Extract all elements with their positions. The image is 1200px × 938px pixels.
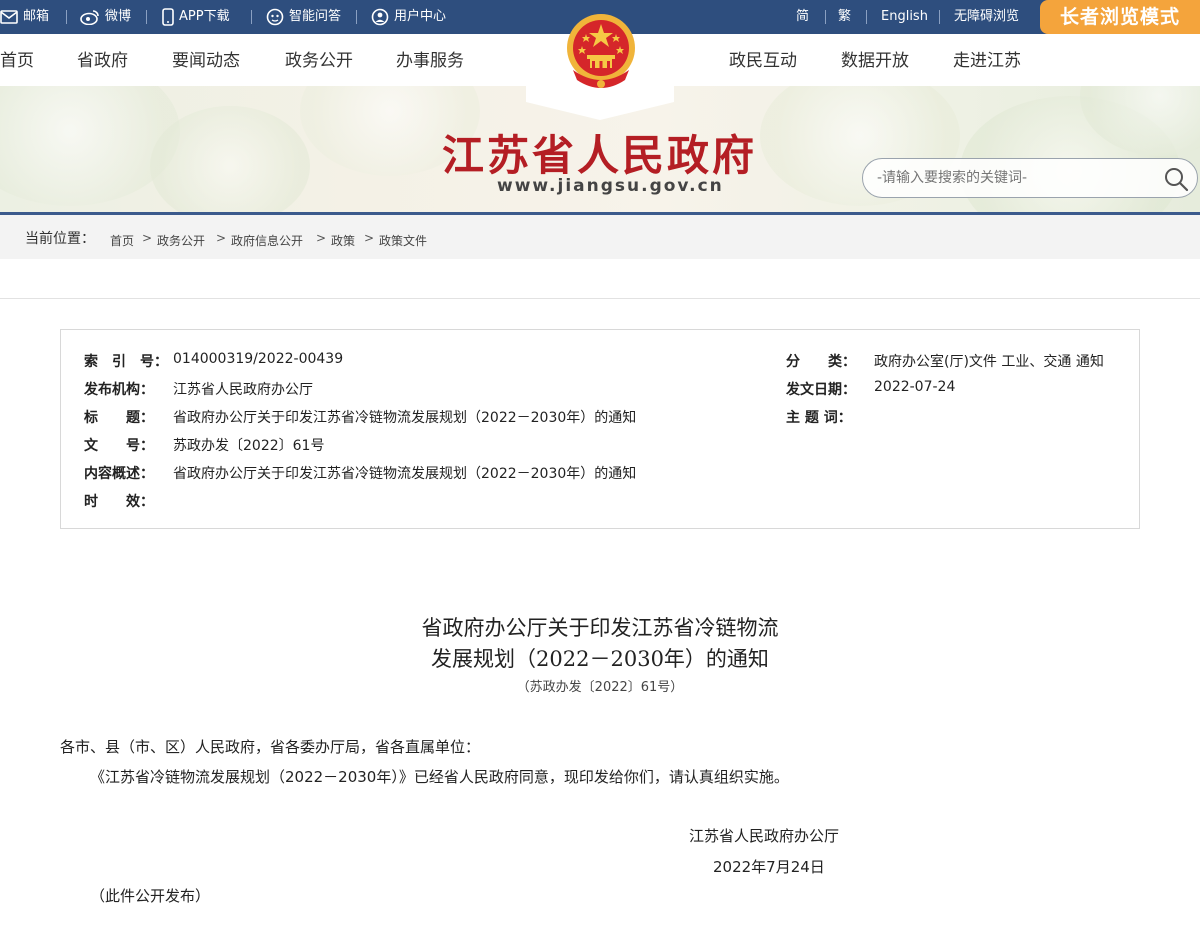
site-url: www.jiangsu.gov.cn xyxy=(497,176,724,196)
title-label: 标 题： xyxy=(84,410,154,426)
article-sign-date: 2022年7月24日 xyxy=(713,858,825,876)
breadcrumb-policy-documents[interactable]: 政策文件 xyxy=(379,232,427,249)
app-label: APP下载 xyxy=(179,9,230,24)
article-salutation: 各市、县（市、区）人民政府，省各委办厅局，省各直属单位： xyxy=(60,738,481,756)
index-label: 索 引 号： xyxy=(84,354,168,370)
article-body: 《江苏省冷链物流发展规划（2022－2030年）》已经省人民政府同意，现印发给你… xyxy=(90,768,789,786)
breadcrumb-government-affairs[interactable]: 政务公开 xyxy=(157,232,205,249)
robot-icon xyxy=(266,8,284,26)
nav-item-services[interactable]: 办事服务 xyxy=(396,34,464,86)
breadcrumb-info-disclosure[interactable]: 政府信息公开 xyxy=(231,232,303,249)
breadcrumb-separator: > xyxy=(316,231,327,245)
traditional-chinese-link[interactable]: 繁 xyxy=(838,0,851,34)
search-icon[interactable] xyxy=(1163,166,1189,192)
mail-link[interactable]: 邮箱 xyxy=(0,0,49,34)
nav-item-open-data[interactable]: 数据开放 xyxy=(841,34,909,86)
qa-label: 智能问答 xyxy=(289,9,342,24)
validity-label: 时 效： xyxy=(84,494,154,510)
breadcrumb-separator: > xyxy=(364,231,375,245)
nav-item-government-affairs[interactable]: 政务公开 xyxy=(285,34,353,86)
nav-item-provincial-government[interactable]: 省政府 xyxy=(77,34,128,86)
breadcrumb-policy[interactable]: 政策 xyxy=(331,232,355,249)
english-link[interactable]: English xyxy=(881,0,928,34)
date-value: 2022-07-24 xyxy=(874,379,956,395)
category-label: 分 类： xyxy=(786,354,856,370)
weibo-link[interactable]: 微博 xyxy=(80,0,131,34)
article-note: （此件公开发布） xyxy=(90,887,211,905)
mail-label: 邮箱 xyxy=(23,9,50,24)
elder-mode-button[interactable]: 长者浏览模式 xyxy=(1040,0,1200,34)
weibo-icon xyxy=(80,10,99,25)
publisher-value: 江苏省人民政府办公厅 xyxy=(173,382,313,398)
phone-icon xyxy=(162,8,174,26)
article-doc-number: （苏政办发〔2022〕61号） xyxy=(516,680,684,695)
article-title-line2: 发展规划（2022－2030年）的通知 xyxy=(431,647,769,671)
title-value: 省政府办公厅关于印发江苏省冷链物流发展规划（2022－2030年）的通知 xyxy=(173,410,637,426)
weibo-label: 微博 xyxy=(105,9,132,24)
app-download-link[interactable]: APP下载 xyxy=(162,0,230,34)
nav-item-home[interactable]: 首页 xyxy=(0,34,34,86)
summary-label: 内容概述： xyxy=(84,466,154,482)
mail-icon xyxy=(0,10,18,24)
simplified-label: 简 xyxy=(796,9,810,24)
keywords-label: 主 题 词： xyxy=(786,410,852,426)
breadcrumb-separator: > xyxy=(216,231,227,245)
date-label: 发文日期： xyxy=(786,382,856,398)
traditional-label: 繁 xyxy=(838,9,852,24)
breadcrumb-label: 当前位置： xyxy=(25,231,95,247)
category-value: 政府办公室(厅)文件 工业、交通 通知 xyxy=(874,354,1104,370)
simplified-chinese-link[interactable]: 简 xyxy=(796,0,809,34)
article-signature: 江苏省人民政府办公厅 xyxy=(689,827,840,845)
qa-link[interactable]: 智能问答 xyxy=(266,0,341,34)
user-icon xyxy=(371,8,389,26)
search-box xyxy=(862,158,1198,198)
user-center-label: 用户中心 xyxy=(394,9,447,24)
accessible-label: 无障碍浏览 xyxy=(954,9,1020,24)
summary-value: 省政府办公厅关于印发江苏省冷链物流发展规划（2022－2030年）的通知 xyxy=(173,466,637,482)
index-value: 014000319/2022-00439 xyxy=(173,351,344,367)
nav-item-interaction[interactable]: 政民互动 xyxy=(729,34,797,86)
docno-value: 苏政办发〔2022〕61号 xyxy=(173,438,325,454)
nav-item-about-jiangsu[interactable]: 走进江苏 xyxy=(953,34,1021,86)
national-emblem-icon xyxy=(567,14,635,88)
search-input[interactable] xyxy=(877,168,1147,188)
site-title: 江苏省人民政府 xyxy=(442,131,758,180)
accessible-browsing-link[interactable]: 无障碍浏览 xyxy=(954,0,1019,34)
nav-item-news[interactable]: 要闻动态 xyxy=(172,34,240,86)
breadcrumb-separator: > xyxy=(142,231,153,245)
docno-label: 文 号： xyxy=(84,438,154,454)
breadcrumb-home[interactable]: 首页 xyxy=(110,232,134,249)
publisher-label: 发布机构： xyxy=(84,382,154,398)
english-label: English xyxy=(881,9,928,24)
article-title-line1: 省政府办公厅关于印发江苏省冷链物流 xyxy=(421,616,779,640)
user-center-link[interactable]: 用户中心 xyxy=(371,0,446,34)
